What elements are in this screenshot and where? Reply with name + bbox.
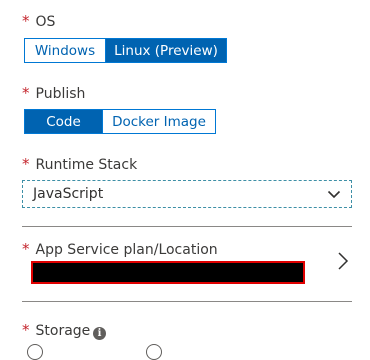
publish-label-text: Publish: [35, 86, 86, 102]
redacted-value: [31, 261, 305, 284]
runtime-stack-value: JavaScript: [33, 186, 104, 202]
runtime-stack-label-text: Runtime Stack: [35, 157, 138, 173]
app-service-plan-label: * App Service plan/Location: [22, 240, 218, 258]
info-icon[interactable]: i: [93, 327, 106, 340]
required-marker: *: [22, 155, 30, 173]
storage-radio-2[interactable]: [146, 344, 162, 360]
publish-option-docker-image[interactable]: Docker Image: [102, 110, 215, 133]
storage-label-text: Storage: [35, 323, 91, 339]
publish-option-code[interactable]: Code: [25, 110, 102, 133]
storage-radio-1[interactable]: [27, 344, 43, 360]
os-option-linux[interactable]: Linux (Preview): [105, 39, 226, 62]
required-marker: *: [22, 240, 30, 258]
os-toggle: Windows Linux (Preview): [24, 38, 227, 63]
os-label-text: OS: [35, 14, 56, 30]
publish-toggle: Code Docker Image: [24, 109, 216, 134]
os-option-windows[interactable]: Windows: [25, 39, 105, 62]
divider: [22, 301, 352, 302]
chevron-right-icon[interactable]: [336, 251, 350, 271]
divider: [22, 226, 352, 227]
runtime-stack-dropdown[interactable]: JavaScript: [22, 180, 352, 208]
os-label: * OS: [22, 12, 55, 30]
chevron-down-icon: [327, 190, 341, 199]
runtime-stack-label: * Runtime Stack: [22, 155, 137, 173]
required-marker: *: [22, 12, 30, 30]
app-service-plan-label-text: App Service plan/Location: [35, 242, 218, 258]
publish-label: * Publish: [22, 84, 85, 102]
storage-label: * Storage: [22, 321, 90, 339]
required-marker: *: [22, 321, 30, 339]
required-marker: *: [22, 84, 30, 102]
